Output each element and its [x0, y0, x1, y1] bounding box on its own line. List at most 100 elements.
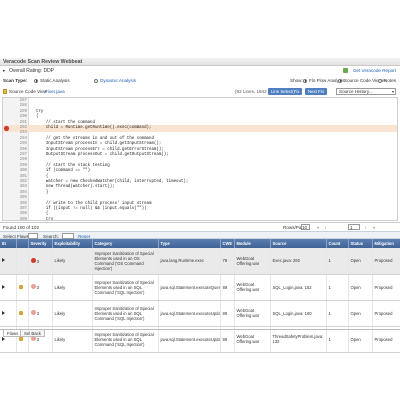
flow-analysis-radio[interactable]: [303, 78, 307, 83]
cell-source: SQL_Login.java: 160: [270, 300, 327, 327]
expand-cell[interactable]: [0, 248, 17, 275]
cell-status: Open: [348, 274, 373, 301]
page-input[interactable]: 1: [348, 224, 360, 230]
show-label: Show:: [290, 78, 303, 83]
lock-icon: [18, 311, 23, 315]
file-link[interactable]: Fixer.java: [45, 89, 65, 94]
cell-category: Improper Sanitization of Special Element…: [92, 274, 159, 301]
cell-module: WebGoat Offering.war: [234, 274, 271, 301]
lock-cell: [16, 300, 29, 327]
last-page-button[interactable]: »: [373, 225, 375, 230]
search-input[interactable]: [62, 233, 74, 239]
cell-count: 1: [326, 248, 349, 275]
search-label: Search:: [43, 233, 59, 239]
severity-value: 3: [36, 311, 40, 316]
select-flaws-dropdown[interactable]: [28, 233, 38, 239]
column-header[interactable]: Severity: [28, 239, 53, 248]
expand-row-icon[interactable]: [2, 284, 5, 289]
column-header[interactable]: Status: [348, 239, 373, 248]
static-radio[interactable]: [34, 78, 38, 83]
column-header[interactable]: CWE: [220, 239, 235, 248]
cell-module: WebGoat Offering.war: [234, 248, 271, 275]
reset-link[interactable]: Reset: [78, 234, 90, 239]
lock-cell: [16, 274, 29, 301]
source-code-view-label: Source Code View: [9, 89, 47, 94]
severity-value: 3: [36, 285, 40, 290]
next-flaw-button[interactable]: Next Flo: [305, 88, 327, 95]
source-viewer-radio[interactable]: [338, 78, 342, 83]
tab-summary[interactable]: Sel Back: [20, 330, 45, 337]
severity-cell: 3: [28, 274, 53, 301]
line-number: 309: [19, 217, 27, 221]
chevron-down-icon: ▾: [391, 89, 394, 94]
lock-icon: [18, 285, 23, 289]
filter-bar: Select Flaws: Search: Reset: [0, 231, 400, 239]
severity-icon: [30, 310, 36, 315]
source-history-value: Source History...: [339, 89, 373, 94]
rating-row: ▸ Overall Rating: DDP Get Veracode Repor…: [0, 67, 400, 75]
cell-source: Exec.java: 292: [270, 248, 327, 275]
lock-icon: [18, 337, 23, 341]
table-row[interactable]: 3 Likely Improper Sanitization of Special …: [0, 248, 400, 275]
table-row[interactable]: 3 Likely Improper Sanitization of Special …: [0, 274, 400, 301]
cell-category: Improper Sanitization of Special Element…: [92, 248, 159, 275]
column-header[interactable]: Exploitability: [52, 239, 93, 248]
next-page-button[interactable]: ›: [365, 225, 366, 230]
cell-source: SQL_Login.java: 152: [270, 274, 327, 301]
bottom-tabs: Flaws Sel Back: [0, 329, 400, 337]
column-header[interactable]: Module: [234, 239, 271, 248]
line-select-button[interactable]: Line Select(Fix: [268, 88, 303, 95]
column-header[interactable]: ID: [0, 239, 17, 248]
code-text: try: [36, 217, 54, 221]
severity-icon: [30, 257, 36, 263]
expand-cell[interactable]: [0, 274, 17, 301]
severity-cell: 3: [28, 248, 53, 275]
column-header[interactable]: Type: [158, 239, 221, 248]
severity-icon: [30, 284, 36, 289]
column-header[interactable]: Source: [270, 239, 327, 248]
title-bar: Veracode Scan Review Webbeat: [0, 58, 400, 66]
column-header[interactable]: [16, 239, 29, 248]
severity-cell: 3: [28, 300, 53, 327]
notes-radio[interactable]: [378, 78, 382, 83]
expand-row-icon[interactable]: [2, 336, 5, 341]
column-header[interactable]: Category: [92, 239, 159, 248]
expand-cell[interactable]: [0, 300, 17, 327]
scan-type-row: Scan Type: Static Analysis Dynamic Analy…: [0, 77, 400, 85]
column-header[interactable]: Count: [326, 239, 349, 248]
get-report-link[interactable]: Get Veracode Report: [353, 68, 396, 73]
static-analysis-option[interactable]: Static Analysis: [40, 78, 70, 83]
cell-count: 1: [326, 300, 349, 327]
cell-status: Open: [348, 300, 373, 327]
first-page-button[interactable]: «: [317, 225, 319, 230]
overall-rating: Overall Rating: DDP: [9, 68, 55, 74]
report-icon: [343, 68, 348, 73]
expand-row-icon[interactable]: [2, 258, 5, 263]
notes-option[interactable]: Notes: [384, 78, 396, 83]
rows-per-page-select[interactable]: 10: [301, 224, 310, 230]
column-header[interactable]: Mitigation: [372, 239, 400, 248]
source-history-select[interactable]: Source History... ▾: [336, 88, 396, 95]
prev-page-button[interactable]: ‹: [325, 225, 326, 230]
dynamic-radio[interactable]: [94, 78, 98, 83]
app-title: Veracode Scan Review Webbeat: [3, 59, 83, 65]
cell-cwe: 89: [220, 300, 235, 327]
cell-expl: Likely: [52, 248, 93, 275]
cell-mitigation: Proposed: [372, 300, 400, 327]
cell-expl: Likely: [52, 274, 93, 301]
cell-type: java.lang.Runtime.exec: [158, 248, 221, 275]
severity-value: 3: [36, 337, 40, 342]
found-count: Found 100 of 102: [3, 225, 40, 230]
code-viewer[interactable]: 287 288 289 try 290{291 // start the command…: [2, 97, 398, 221]
cell-module: WebGoat Offering.war: [234, 300, 271, 327]
code-line: 309 try: [3, 217, 397, 221]
cell-cwe: 89: [220, 274, 235, 301]
select-flaws-label: Select Flaws:: [3, 233, 31, 239]
collapse-chevron-icon[interactable]: ▸: [3, 68, 6, 74]
cell-expl: Likely: [52, 300, 93, 327]
dynamic-analysis-option[interactable]: Dynamic Analysis: [100, 78, 136, 83]
table-row[interactable]: 3 Likely Improper Sanitization of Special …: [0, 300, 400, 327]
lock-cell: [16, 248, 29, 275]
cell-mitigation: Proposed: [372, 274, 400, 301]
expand-row-icon[interactable]: [2, 310, 5, 315]
